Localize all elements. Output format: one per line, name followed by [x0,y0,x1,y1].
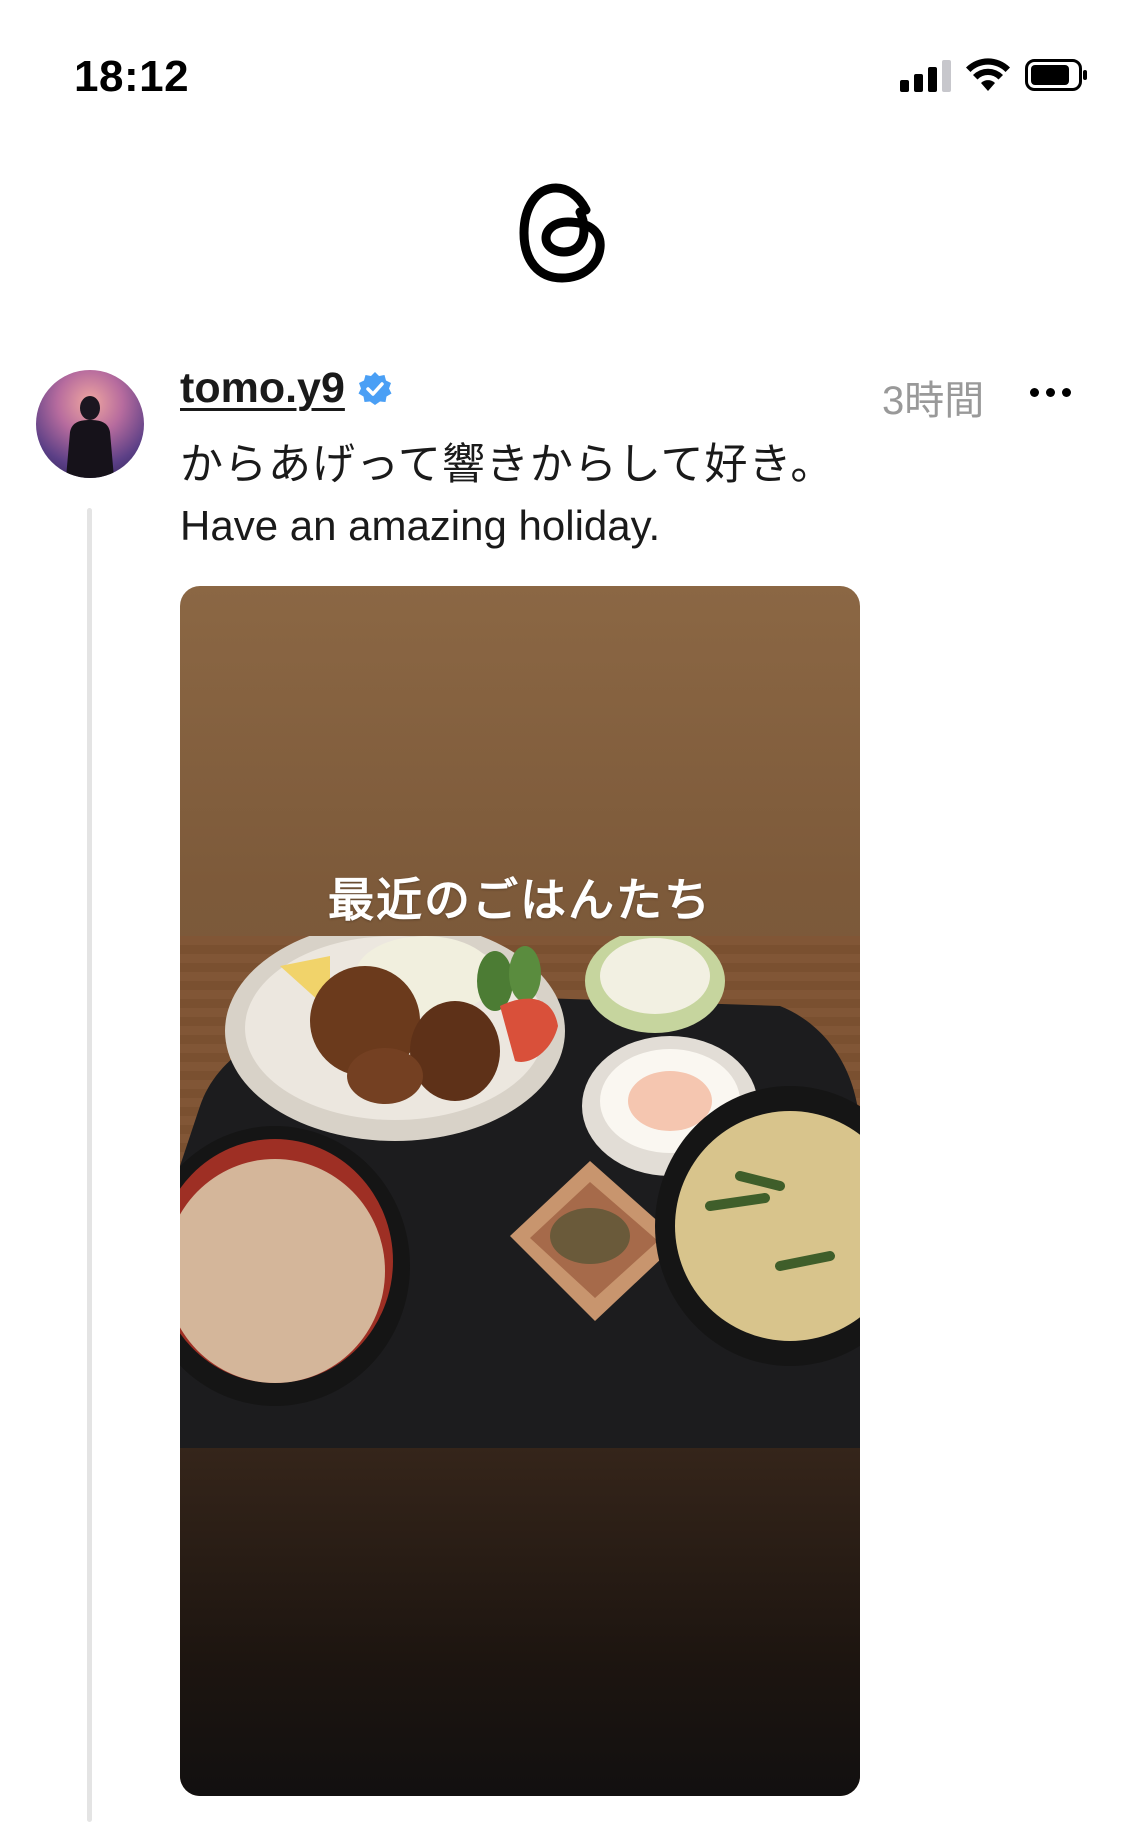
post-text-line-1: からあげって響きからして好き。 [180,440,835,490]
media-bottom-fill [180,1448,860,1796]
avatar[interactable] [36,370,144,478]
verified-badge-icon [358,371,392,405]
threads-logo-icon[interactable] [516,180,608,286]
wifi-icon [966,58,1010,91]
thread-line [87,508,92,1822]
post-timestamp: 3時間 [882,379,985,423]
media-caption: 最近のごはんたち [328,873,712,927]
author-row: tomo.y9 [180,364,393,413]
screen: 18:12 tomo.y9 3時間 からあげって響きからして好き。 Have a… [0,0,1125,1822]
cellular-signal-icon [900,58,951,92]
post-text-line-2: Have an amazing holiday. [180,502,661,549]
post-media[interactable]: 最近のごはんたち [180,586,860,1796]
status-icons [900,58,1089,92]
more-dots-icon [1030,387,1039,397]
battery-icon [1025,59,1087,91]
status-time: 18:12 [74,52,190,101]
more-options-button[interactable] [1030,372,1071,412]
food-photo [180,936,860,1448]
username[interactable]: tomo.y9 [180,364,345,413]
